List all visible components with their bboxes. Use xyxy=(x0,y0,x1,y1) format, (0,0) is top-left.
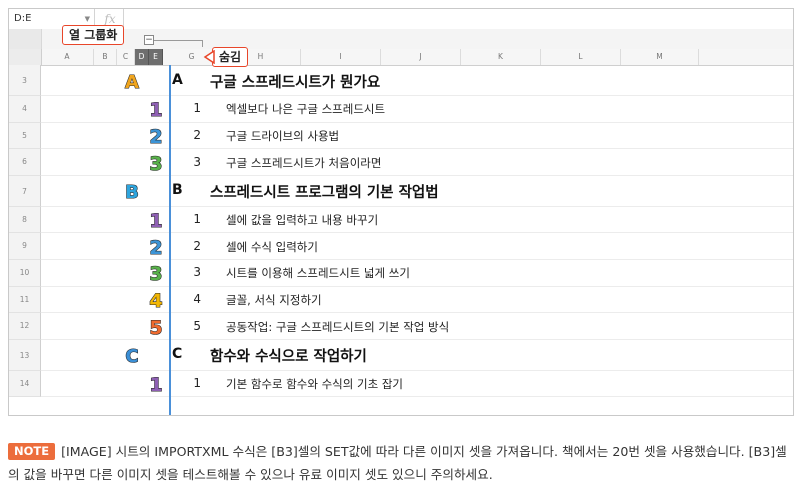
number-1-icon: 1 xyxy=(145,98,167,122)
row-gridline xyxy=(41,369,793,371)
row-header[interactable]: 12 xyxy=(9,313,41,340)
column-header-c[interactable]: C xyxy=(117,49,135,65)
number-3-icon: 3 xyxy=(145,152,167,175)
row-header[interactable]: 6 xyxy=(9,149,41,176)
letter-a-icon: A xyxy=(121,70,143,93)
item-number: 1 xyxy=(193,101,201,116)
section-title: 스프레드시트 프로그램의 기본 작업법 xyxy=(210,185,439,202)
svg-text:2: 2 xyxy=(149,237,162,258)
callout-column-group: 열 그룹화 xyxy=(62,25,125,45)
svg-text:1: 1 xyxy=(149,374,162,395)
column-header-row: ABCDEGHIJKLM xyxy=(9,49,793,66)
column-header-e[interactable]: E xyxy=(149,49,163,65)
number-3-icon: 3 xyxy=(145,262,167,286)
row-header[interactable]: 4 xyxy=(9,96,41,123)
item-text: 기본 함수로 함수와 수식의 기초 잡기 xyxy=(226,377,403,392)
svg-text:3: 3 xyxy=(149,263,162,284)
row-gridline xyxy=(41,259,793,260)
item-text: 구글 스프레드시트가 처음이라면 xyxy=(226,155,382,170)
item-number: 5 xyxy=(193,318,201,333)
row-header[interactable]: 8 xyxy=(9,206,41,234)
column-header-a[interactable]: A xyxy=(41,49,94,65)
section-title: 함수와 수식으로 작업하기 xyxy=(210,349,367,366)
number-1-icon: 1 xyxy=(145,373,167,397)
column-header-l[interactable]: L xyxy=(541,49,621,65)
row-header[interactable]: 13 xyxy=(9,339,41,371)
select-all-corner[interactable] xyxy=(9,49,42,65)
row-header[interactable]: 3 xyxy=(9,65,41,96)
column-header-m[interactable]: M xyxy=(621,49,699,65)
number-1-icon: 1 xyxy=(145,209,167,233)
group-line xyxy=(151,40,203,41)
column-header-k[interactable]: K xyxy=(461,49,541,65)
letter-b-icon: B xyxy=(121,180,143,204)
item-number: 1 xyxy=(193,376,201,391)
item-text: 셀에 수식 입력하기 xyxy=(226,239,318,254)
item-text: 시트를 이용해 스프레드시트 넓게 쓰기 xyxy=(226,266,410,281)
note-badge: NOTE xyxy=(8,443,56,460)
section-letter: A xyxy=(172,71,183,88)
svg-text:B: B xyxy=(125,182,139,202)
number-4-icon: 4 xyxy=(145,289,167,312)
row-header[interactable]: 7 xyxy=(9,175,41,207)
svg-text:4: 4 xyxy=(149,290,162,311)
section-title: 구글 스프레드시트가 뭔가요 xyxy=(210,74,381,91)
row-gridline xyxy=(41,121,793,123)
group-corner xyxy=(9,29,42,49)
letter-c-icon: C xyxy=(121,344,143,368)
row-header[interactable]: 14 xyxy=(9,370,41,398)
callout-pointer xyxy=(203,50,215,64)
column-group-bar xyxy=(9,29,793,50)
row-gridline xyxy=(41,396,793,398)
svg-text:A: A xyxy=(125,72,139,92)
item-number: 4 xyxy=(193,291,201,306)
collapse-group-button[interactable]: − xyxy=(144,35,154,45)
row-header[interactable]: 10 xyxy=(9,260,41,287)
item-number: 2 xyxy=(193,127,201,142)
row-gridline xyxy=(41,174,793,176)
item-text: 글꼴, 서식 지정하기 xyxy=(226,292,322,307)
row-gridline xyxy=(41,312,793,314)
note-text: [IMAGE] 시트의 IMPORTXML 수식은 [B3]셀의 SET값에 따… xyxy=(8,444,787,482)
group-indicator-line xyxy=(169,65,171,415)
item-number: 3 xyxy=(193,154,201,169)
column-header-b[interactable]: B xyxy=(94,49,117,65)
column-header-i[interactable]: I xyxy=(301,49,381,65)
item-text: 엑셀보다 나은 구글 스프레드시트 xyxy=(226,102,386,117)
item-text: 구글 드라이브의 사용법 xyxy=(226,128,340,143)
spreadsheet: D:E ▼ fx − ABCDEGHIJKLM 3 A A 구글 스프레드시트가 뭔가… xyxy=(8,8,794,416)
row-gridline xyxy=(41,338,793,340)
column-header-j[interactable]: J xyxy=(381,49,461,65)
name-box-value: D:E xyxy=(14,13,32,24)
row-header[interactable]: 9 xyxy=(9,233,41,260)
number-5-icon: 5 xyxy=(145,316,167,339)
svg-text:3: 3 xyxy=(149,153,162,174)
number-2-icon: 2 xyxy=(145,125,167,148)
item-number: 1 xyxy=(193,212,201,227)
number-2-icon: 2 xyxy=(145,236,167,259)
row-gridline xyxy=(41,95,793,96)
section-letter: B xyxy=(172,182,183,199)
svg-text:2: 2 xyxy=(149,126,162,147)
row-gridline xyxy=(41,205,793,207)
column-header-d[interactable]: D xyxy=(135,49,149,65)
section-letter: C xyxy=(172,346,183,363)
group-line-end xyxy=(202,40,203,47)
svg-text:1: 1 xyxy=(149,99,162,120)
svg-text:1: 1 xyxy=(149,210,162,231)
row-header[interactable]: 5 xyxy=(9,122,41,150)
item-number: 3 xyxy=(193,265,201,280)
row-gridline xyxy=(41,285,793,287)
item-text: 공동작업: 구글 스프레드시트의 기본 작업 방식 xyxy=(226,319,450,334)
svg-text:C: C xyxy=(125,346,138,366)
svg-text:5: 5 xyxy=(149,317,162,338)
item-number: 2 xyxy=(193,238,201,253)
row-gridline xyxy=(41,148,793,150)
note-paragraph: NOTE [IMAGE] 시트의 IMPORTXML 수식은 [B3]셀의 SET… xyxy=(8,440,794,486)
formula-bar: D:E ▼ fx xyxy=(9,9,793,30)
row-header[interactable]: 11 xyxy=(9,286,41,314)
row-gridline xyxy=(41,232,793,234)
item-text: 셀에 값을 입력하고 내용 바꾸기 xyxy=(226,213,379,228)
callout-hidden: 숨김 xyxy=(212,47,249,67)
